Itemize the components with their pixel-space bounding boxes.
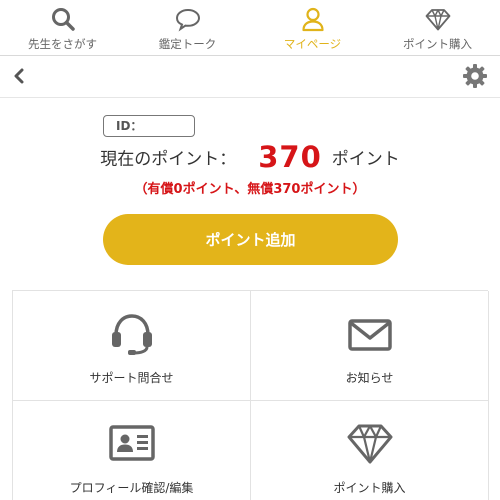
menu-item-label: お知らせ (345, 371, 394, 385)
gear-icon (463, 64, 487, 88)
chat-bubble-icon (175, 8, 200, 32)
headset-icon (111, 314, 152, 355)
tab-reading-talk[interactable]: 鑑定トーク (125, 0, 250, 55)
menu-item-label: サポート問合せ (89, 371, 174, 385)
id-label: ID： (116, 119, 143, 133)
page-header (0, 56, 500, 98)
tab-label: 先生をさがす (28, 37, 97, 51)
chevron-left-icon (14, 68, 24, 84)
diamond-icon (425, 9, 450, 31)
settings-button[interactable] (462, 63, 488, 89)
tab-label: マイページ (283, 37, 342, 51)
current-points: 現在のポイント： 370 ポイント (0, 140, 500, 180)
points-label: 現在のポイント： (100, 149, 237, 170)
points-unit: ポイント (331, 149, 400, 170)
tab-my-page[interactable]: マイページ (250, 0, 375, 55)
id-card-icon (108, 425, 155, 461)
diamond-icon (347, 424, 392, 464)
points-breakdown: （有償0ポイント、無償370ポイント） (134, 182, 366, 197)
add-points-label: ポイント追加 (205, 231, 296, 249)
menu-item-buy-points[interactable]: ポイント購入 (251, 401, 489, 500)
tab-search-teacher[interactable]: 先生をさがす (0, 0, 125, 55)
menu-item-notices[interactable]: お知らせ (251, 291, 489, 401)
points-value: 370 (258, 140, 322, 174)
user-id-box: ID： (103, 115, 195, 137)
top-tab-bar: 先生をさがす 鑑定トーク マイページ ポイント購入 (0, 0, 500, 56)
tab-label: 鑑定トーク (158, 37, 217, 51)
envelope-icon (347, 319, 392, 351)
menu-item-label: プロフィール確認/編集 (69, 481, 194, 495)
search-icon (51, 8, 75, 31)
menu-item-label: ポイント購入 (333, 481, 406, 495)
add-points-button[interactable]: ポイント追加 (103, 214, 398, 265)
menu-item-profile[interactable]: プロフィール確認/編集 (13, 401, 251, 500)
person-icon (301, 7, 324, 32)
back-button[interactable] (8, 64, 30, 88)
menu-grid: サポート問合せ お知らせ プロフィール確認/編集 ポイント購入 (12, 290, 489, 500)
tab-buy-points[interactable]: ポイント購入 (375, 0, 500, 55)
menu-item-support[interactable]: サポート問合せ (13, 291, 251, 401)
tab-label: ポイント購入 (403, 37, 472, 51)
